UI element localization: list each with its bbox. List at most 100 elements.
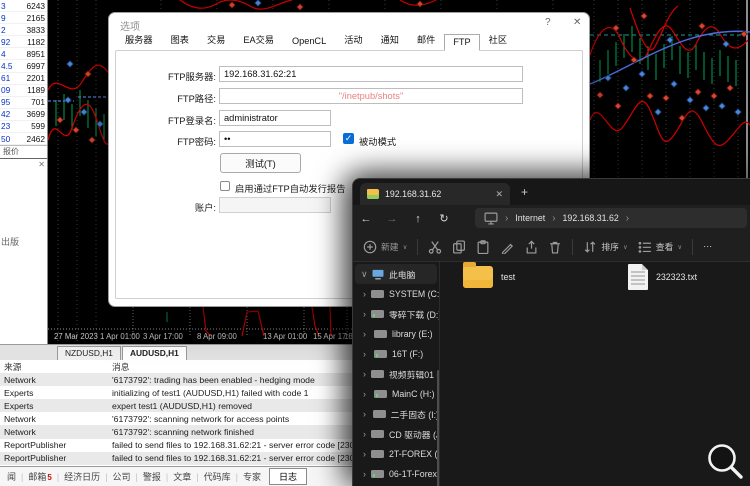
tab-news[interactable]: 闻 bbox=[2, 469, 21, 484]
market-watch-panel: 36243 92165 23833 921182 48951 4.56997 6… bbox=[0, 0, 48, 158]
tab-nzdusd-h1[interactable]: NZDUSD,H1 bbox=[57, 346, 121, 360]
explorer-tab[interactable]: 192.168.31.62 ✕ bbox=[360, 183, 510, 205]
explorer-sidebar: ∨ 此电脑 ›SYSTEM (C:) ›零碎下载 (D:) ›library (… bbox=[353, 262, 440, 486]
sidebar-item-drive-h[interactable]: ›MainC (H:) bbox=[353, 384, 439, 404]
account-input[interactable] bbox=[219, 197, 331, 213]
chevron-right-icon[interactable]: › bbox=[363, 389, 369, 399]
help-icon[interactable]: ? bbox=[545, 17, 551, 28]
tab-company[interactable]: 公司 bbox=[108, 469, 136, 484]
chevron-right-icon[interactable]: › bbox=[363, 309, 366, 319]
tab-articles[interactable]: 文章 bbox=[168, 469, 196, 484]
chevron-down-icon[interactable]: ∨ bbox=[361, 269, 367, 280]
rename-icon[interactable] bbox=[500, 240, 514, 254]
new-button[interactable]: 新建∨ bbox=[363, 240, 407, 254]
tab-alerts[interactable]: 警报 bbox=[138, 469, 166, 484]
market-watch-row[interactable]: 4.56997 bbox=[0, 60, 47, 72]
auto-publish-checkbox[interactable] bbox=[220, 181, 230, 191]
breadcrumb-internet[interactable]: Internet bbox=[515, 213, 545, 223]
copy-icon[interactable] bbox=[452, 240, 466, 254]
chevron-right-icon[interactable]: › bbox=[363, 329, 369, 339]
more-options-button[interactable]: ⋯ bbox=[703, 241, 712, 252]
tab-server[interactable]: 服务器 bbox=[116, 29, 162, 50]
chevron-right-icon[interactable]: › bbox=[363, 349, 369, 359]
ftp-server-input[interactable] bbox=[219, 66, 523, 82]
market-watch-row[interactable]: 48951 bbox=[0, 48, 47, 60]
ftp-password-input[interactable] bbox=[219, 131, 331, 147]
sidebar-item-drive-j[interactable]: ›CD 驱动器 (J:) bbox=[353, 424, 439, 444]
sidebar-item-drive-e[interactable]: ›library (E:) bbox=[353, 324, 439, 344]
drive-icon bbox=[371, 310, 384, 318]
tab-community[interactable]: 社区 bbox=[480, 29, 516, 50]
tab-codebase[interactable]: 代码库 bbox=[199, 469, 236, 484]
paste-icon[interactable] bbox=[476, 240, 490, 254]
chevron-right-icon[interactable]: › bbox=[363, 449, 366, 459]
market-watch-row[interactable]: 95701 bbox=[0, 97, 47, 109]
sidebar-item-drive-k[interactable]: ›2T-FOREX (K:) bbox=[353, 444, 439, 464]
chevron-right-icon[interactable]: › bbox=[363, 469, 366, 479]
ftp-path-input[interactable] bbox=[219, 88, 523, 104]
back-icon[interactable]: ← bbox=[353, 213, 379, 225]
passive-mode-checkbox[interactable]: ✓ bbox=[343, 133, 354, 144]
close-icon[interactable]: ✕ bbox=[38, 160, 45, 169]
close-icon[interactable]: ✕ bbox=[495, 189, 503, 200]
ftp-login-input[interactable] bbox=[219, 110, 331, 126]
chevron-right-icon[interactable]: › bbox=[363, 369, 366, 379]
tab-ftp[interactable]: FTP bbox=[444, 34, 479, 51]
tab-events[interactable]: 活动 bbox=[335, 29, 371, 50]
tab-email[interactable]: 邮件 bbox=[408, 29, 444, 50]
market-watch-row[interactable]: 423699 bbox=[0, 109, 47, 121]
cut-icon[interactable] bbox=[428, 240, 442, 254]
refresh-icon[interactable]: ↻ bbox=[431, 212, 457, 225]
sidebar-item-drive-d[interactable]: ›零碎下载 (D:) bbox=[353, 304, 439, 324]
chevron-right-icon[interactable]: › bbox=[363, 289, 366, 299]
file-tile-test-folder[interactable]: test bbox=[463, 266, 515, 288]
sidebar-scrollbar[interactable] bbox=[437, 370, 440, 486]
new-tab-button[interactable]: + bbox=[521, 185, 528, 199]
chevron-right-icon[interactable]: › bbox=[363, 409, 368, 419]
tab-journal[interactable]: 日志 bbox=[269, 468, 307, 485]
market-watch-row[interactable]: 921182 bbox=[0, 36, 47, 48]
market-watch-row[interactable]: 502462 bbox=[0, 133, 47, 145]
sidebar-item-this-pc[interactable]: ∨ 此电脑 bbox=[355, 264, 437, 284]
tab-ea[interactable]: EA交易 bbox=[234, 29, 283, 50]
breadcrumb-host[interactable]: 192.168.31.62 bbox=[563, 213, 619, 223]
drive-icon bbox=[374, 390, 387, 398]
computer-icon bbox=[372, 269, 384, 280]
delete-icon[interactable] bbox=[548, 240, 562, 254]
sidebar-item-drive-f[interactable]: ›16T (F:) bbox=[353, 344, 439, 364]
magnifier-icon[interactable] bbox=[703, 439, 749, 485]
tab-charts[interactable]: 图表 bbox=[162, 29, 198, 50]
tab-notifications[interactable]: 通知 bbox=[372, 29, 408, 50]
chevron-right-icon[interactable]: › bbox=[363, 429, 366, 439]
sidebar-item-drive-g[interactable]: ›视频剪辑01 (G bbox=[353, 364, 439, 384]
close-icon[interactable]: ✕ bbox=[573, 17, 581, 28]
market-watch-row[interactable]: 23833 bbox=[0, 24, 47, 36]
sidebar-item-drive-i[interactable]: ›二手固态 (I:) bbox=[353, 404, 439, 424]
tab-calendar[interactable]: 经济日历 bbox=[59, 469, 105, 484]
sidebar-item-drive-l[interactable]: ›06-1T-Forex ( bbox=[353, 464, 439, 484]
share-icon[interactable] bbox=[524, 240, 538, 254]
up-icon[interactable]: ↑ bbox=[405, 213, 431, 225]
test-button[interactable]: 测试(T) bbox=[220, 153, 301, 173]
drive-icon bbox=[371, 290, 384, 298]
tab-audusd-h1[interactable]: AUDUSD,H1 bbox=[122, 346, 187, 360]
tab-trade[interactable]: 交易 bbox=[198, 29, 234, 50]
market-watch-tab-fragment[interactable]: 报价 bbox=[0, 145, 47, 156]
tab-experts[interactable]: 专家 bbox=[238, 469, 266, 484]
view-button[interactable]: 查看∨ bbox=[638, 240, 682, 254]
market-watch-row[interactable]: 091189 bbox=[0, 85, 47, 97]
market-watch-row[interactable]: 92165 bbox=[0, 12, 47, 24]
tab-opencl[interactable]: OpenCL bbox=[283, 33, 335, 50]
sort-button[interactable]: 排序∨ bbox=[583, 240, 627, 254]
explorer-toolbar: 新建∨ 排序∨ 查看∨ ⋯ bbox=[353, 232, 750, 262]
market-watch-row[interactable]: 36243 bbox=[0, 0, 47, 12]
forward-icon[interactable]: → bbox=[379, 213, 405, 225]
address-input[interactable]: › Internet › 192.168.31.62 › bbox=[475, 208, 747, 228]
navigator-panel: ✕ 出版 bbox=[0, 158, 48, 345]
market-watch-row[interactable]: 23599 bbox=[0, 121, 47, 133]
tab-mailbox[interactable]: 邮箱5 bbox=[23, 469, 56, 484]
file-tile-txt[interactable]: 232323.txt bbox=[628, 264, 697, 290]
file-name: test bbox=[501, 272, 515, 282]
sidebar-item-drive-c[interactable]: ›SYSTEM (C:) bbox=[353, 284, 439, 304]
market-watch-row[interactable]: 612201 bbox=[0, 73, 47, 85]
